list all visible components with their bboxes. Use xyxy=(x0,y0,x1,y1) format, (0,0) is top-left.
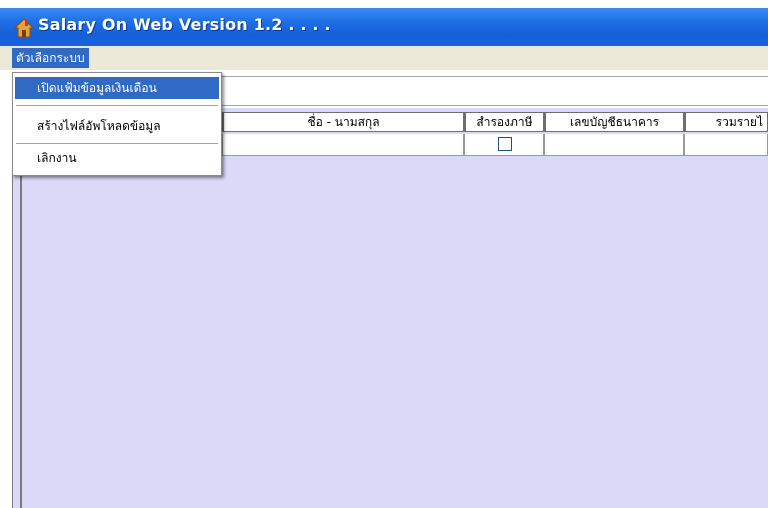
toolbar-panel xyxy=(220,76,768,106)
column-header-tax-reserve[interactable]: สำรองภาษี xyxy=(464,112,544,132)
menu-separator xyxy=(16,105,218,106)
menu-item-exit[interactable]: เลิกงาน xyxy=(15,147,219,169)
cell-tax-reserve xyxy=(464,134,544,156)
menu-bar: ตัวเลือกระบบ xyxy=(0,46,768,70)
menu-item-create-upload-file[interactable]: สร้างไฟล์อัพโหลดข้อมูล xyxy=(15,115,219,137)
system-options-dropdown: เปิดแฟ้มข้อมูลเงินเดือน สร้างไฟล์อัพโหลด… xyxy=(12,72,222,176)
tax-reserve-checkbox[interactable] xyxy=(498,137,512,151)
menu-system-options[interactable]: ตัวเลือกระบบ xyxy=(12,48,89,68)
house-icon xyxy=(14,18,34,38)
cell-bank-account[interactable] xyxy=(544,134,684,156)
column-header-name[interactable]: ชื่อ - นามสกุล xyxy=(222,112,464,132)
column-header-bank-account[interactable]: เลขบัญชีธนาคาร xyxy=(544,112,684,132)
window-title-bar: Salary On Web Version 1.2 . . . . xyxy=(0,8,768,46)
menu-separator xyxy=(16,143,218,144)
column-header-total-income[interactable]: รวมรายไ xyxy=(684,112,768,132)
window-title: Salary On Web Version 1.2 . . . . xyxy=(38,15,331,34)
cell-name[interactable] xyxy=(222,134,464,156)
cell-total-income[interactable] xyxy=(684,134,768,156)
menu-item-open-salary-file[interactable]: เปิดแฟ้มข้อมูลเงินเดือน xyxy=(15,77,219,99)
